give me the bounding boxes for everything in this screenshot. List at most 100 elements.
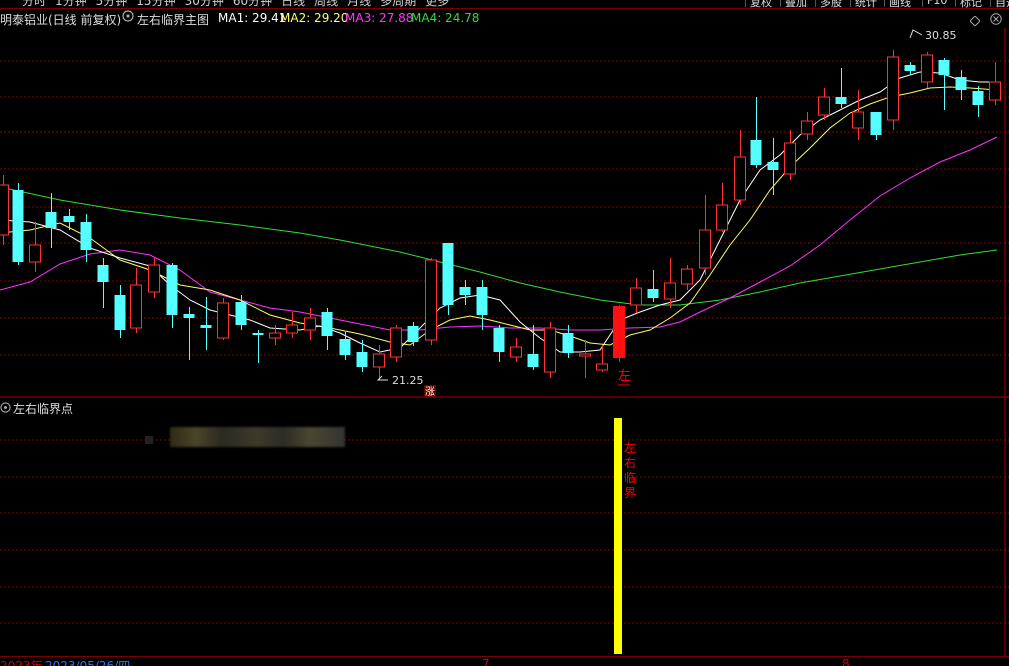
- candle-body: [681, 268, 693, 285]
- candle: [510, 338, 522, 362]
- candle-body: [114, 295, 126, 330]
- blurred-region: [145, 436, 153, 444]
- candle-body: [767, 162, 779, 170]
- candle-body: [356, 352, 368, 367]
- candle-body: [0, 184, 9, 236]
- candle: [579, 340, 591, 378]
- bar-label-char: 临: [624, 471, 636, 485]
- candlestick-chart[interactable]: 30.8521.25涨左 左右临界: [0, 0, 1009, 665]
- candle: [235, 295, 247, 330]
- candle-body: [200, 325, 212, 328]
- sub-panel-title[interactable]: 左右临界点: [13, 400, 73, 417]
- candle-body: [339, 339, 351, 355]
- candle: [887, 50, 899, 130]
- candle-body: [130, 284, 142, 329]
- candle: [955, 70, 967, 100]
- candle-body: [835, 97, 847, 104]
- candle-body: [734, 156, 746, 201]
- candle-body: [938, 60, 950, 75]
- candle-body: [750, 140, 762, 165]
- chart-labels: 30.85 21.25涨 左: [376, 29, 957, 398]
- candle-body: [527, 354, 539, 367]
- candle-body: [304, 317, 316, 331]
- candle: [801, 112, 813, 140]
- candle-body: [664, 282, 676, 300]
- candle-body: [562, 333, 574, 353]
- candle-body: [955, 77, 967, 90]
- candle: [114, 285, 126, 338]
- candle-body: [852, 111, 864, 129]
- candle: [0, 175, 9, 245]
- candle-body: [921, 54, 933, 83]
- candle-body: [407, 326, 419, 342]
- candle: [442, 243, 454, 315]
- bar-label-char: 右: [624, 455, 636, 470]
- candle-body: [29, 244, 41, 263]
- candle-body: [887, 56, 899, 121]
- sub-panel-graphics: 左右临界: [614, 418, 636, 654]
- candle: [835, 68, 847, 108]
- candle-body: [45, 212, 57, 228]
- candle-body: [235, 302, 247, 325]
- candle-body: [12, 190, 24, 262]
- bar-label-char: 左: [624, 440, 636, 455]
- candle-body: [476, 287, 488, 315]
- candle: [938, 58, 950, 110]
- candle: [12, 183, 24, 265]
- candle: [183, 307, 195, 360]
- candle: [356, 340, 368, 372]
- candle: [286, 312, 298, 338]
- candle: [870, 112, 882, 140]
- bar-label-char: 界: [624, 486, 636, 500]
- moving-average-lines: [0, 71, 998, 353]
- candle-body: [544, 327, 556, 373]
- candle: [339, 332, 351, 360]
- candle: [716, 183, 728, 232]
- candle-body: [784, 142, 796, 175]
- candle-body: [166, 265, 178, 315]
- candle: [630, 278, 642, 313]
- candle: [921, 52, 933, 88]
- candle-body: [425, 259, 437, 341]
- candle-body: [493, 328, 505, 352]
- signal-label: 左: [618, 369, 631, 384]
- candle: [130, 268, 142, 333]
- candle-body: [870, 112, 882, 135]
- candle: [596, 345, 608, 372]
- candle: [459, 280, 471, 305]
- candle: [734, 130, 746, 205]
- candle: [972, 86, 984, 117]
- candle: [476, 280, 488, 330]
- candle: [63, 209, 75, 230]
- candle: [647, 270, 659, 302]
- candle-body: [373, 353, 385, 368]
- candle-body: [390, 327, 402, 358]
- ma-line: [0, 86, 998, 346]
- candle: [45, 193, 57, 248]
- candle-body: [442, 243, 454, 305]
- candle: [217, 298, 229, 340]
- candle-body: [183, 314, 195, 318]
- candle-body: [286, 324, 298, 334]
- candle: [252, 330, 264, 363]
- candle: [527, 325, 539, 370]
- candle-body: [647, 289, 659, 298]
- candle-body: [459, 287, 471, 295]
- candle: [767, 138, 779, 195]
- candle-body: [269, 332, 281, 339]
- ma-line: [0, 71, 997, 353]
- candle-body: [510, 346, 522, 358]
- candle-body: [97, 265, 109, 282]
- candle-body: [716, 204, 728, 231]
- zhang-label: 涨: [425, 386, 435, 398]
- candle: [407, 322, 419, 346]
- candle: [390, 325, 402, 362]
- candle-body: [252, 333, 264, 335]
- candle: [544, 322, 556, 378]
- candle-body: [818, 96, 830, 116]
- gear-icon[interactable]: [0, 402, 11, 416]
- candle-body: [217, 302, 229, 339]
- candle-body: [699, 229, 711, 269]
- candle: [200, 297, 212, 350]
- candle: [321, 308, 333, 350]
